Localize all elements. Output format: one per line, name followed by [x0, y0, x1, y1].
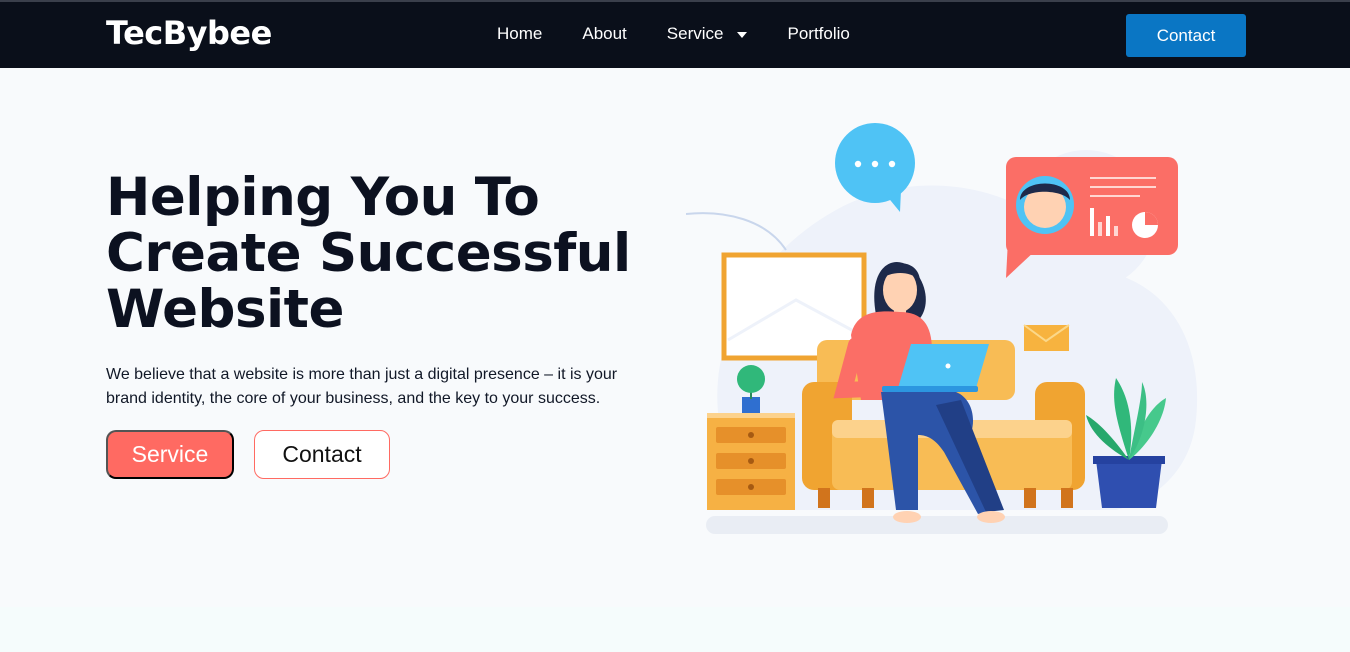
- woman-on-sofa-illustration: [685, 123, 1198, 534]
- navbar: TecBybee Home About Service Portfolio Co…: [0, 0, 1350, 68]
- hero-description-line: We believe that a website is more than j…: [106, 366, 618, 383]
- hero-title: Helping You To Create Successful Website: [106, 170, 686, 338]
- hero-service-button[interactable]: Service: [106, 430, 234, 479]
- envelope-icon: [1023, 324, 1070, 351]
- hero-title-line: Helping You To: [106, 167, 540, 228]
- nav-about-link[interactable]: About: [582, 24, 626, 44]
- chevron-down-icon: [737, 32, 748, 38]
- nav-contact-button[interactable]: Contact: [1126, 14, 1246, 57]
- nav-service-label: Service: [666, 24, 724, 43]
- hero-description: We believe that a website is more than j…: [106, 363, 666, 411]
- main-nav: Home About Service Portfolio: [497, 24, 890, 44]
- bottom-section-band: [0, 607, 1350, 652]
- nav-service-dropdown[interactable]: Service: [667, 24, 748, 44]
- hero-description-line: brand identity, the core of your busines…: [106, 390, 601, 407]
- hero-illustration: [685, 100, 1246, 550]
- nav-home-link[interactable]: Home: [497, 24, 542, 44]
- hero-title-line: Website: [106, 279, 344, 340]
- site-logo[interactable]: TecBybee: [106, 14, 272, 52]
- hero-contact-button[interactable]: Contact: [254, 430, 390, 479]
- nav-portfolio-link[interactable]: Portfolio: [787, 24, 849, 44]
- hero-title-line: Create Successful: [106, 223, 631, 284]
